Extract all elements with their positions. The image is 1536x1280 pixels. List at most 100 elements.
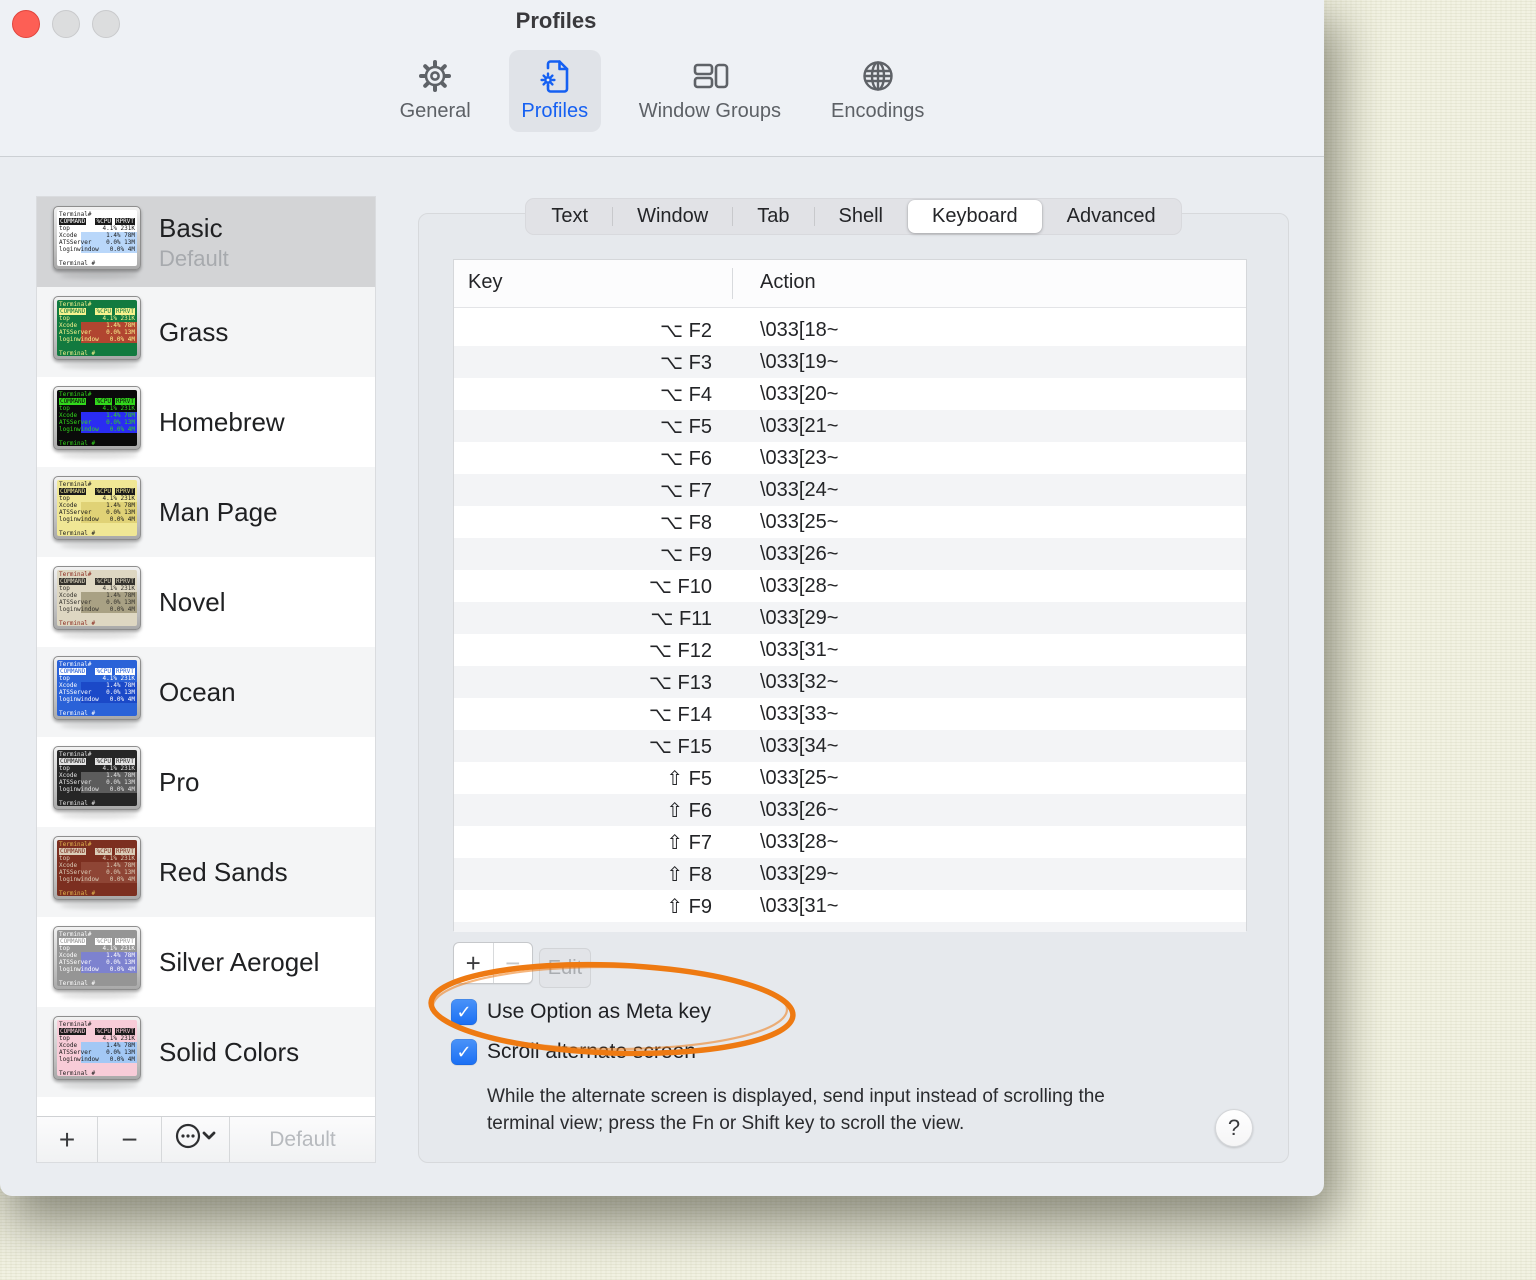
profile-name: Homebrew [159, 406, 285, 437]
set-default-button[interactable]: Default [229, 1117, 375, 1162]
profile-row-novel[interactable]: Terminal# COMMAND %CPU RPRVT top 4.1% 231K Xco… [37, 557, 375, 647]
document-gear-icon [537, 58, 573, 94]
profile-thumbnail: Terminal# COMMAND %CPU RPRVT top 4.1% 231K Xco… [53, 475, 145, 549]
shortcut-key: ⇧ F5 [666, 767, 712, 790]
thumbnail-reflection [60, 991, 138, 999]
preferences-toolbar: General Profiles Window Groups Encodings [0, 50, 1324, 132]
profile-name: Red Sands [159, 856, 288, 887]
toolbar-item-label: General [399, 100, 471, 122]
shortcut-action: \033[26~ [760, 542, 839, 565]
profile-row-silver-aerogel[interactable]: Terminal# COMMAND %CPU RPRVT top 4.1% 231K Xco… [37, 917, 375, 1007]
profile-thumbnail: Terminal# COMMAND %CPU RPRVT top 4.1% 231K Xco… [53, 835, 145, 909]
profile-row-homebrew[interactable]: Terminal# COMMAND %CPU RPRVT top 4.1% 231K Xco… [37, 377, 375, 467]
profile-name: Man Page [159, 496, 278, 527]
shortcut-row[interactable]: ⌥ F2 \033[18~ [454, 314, 1246, 346]
shortcut-row[interactable]: ⌥ F13 \033[32~ [454, 666, 1246, 698]
add-profile-button[interactable]: + [37, 1117, 97, 1162]
shortcut-key: ⌥ F3 [660, 351, 712, 374]
column-divider[interactable] [732, 268, 733, 299]
profile-row-solid-colors[interactable]: Terminal# COMMAND %CPU RPRVT top 4.1% 231K Xco… [37, 1007, 375, 1097]
table-header: Key Action [454, 260, 1246, 308]
shortcut-row[interactable]: ⌥ F9 \033[26~ [454, 538, 1246, 570]
profile-name: Basic [159, 212, 223, 243]
toolbar-item-window-groups[interactable]: Window Groups [627, 50, 793, 132]
profile-row-basic[interactable]: Terminal# COMMAND %CPU RPRVT top 4.1% 231K Xco… [37, 197, 375, 287]
more-options-button[interactable] [161, 1117, 229, 1162]
shortcut-row[interactable]: ⌥ F10 \033[28~ [454, 570, 1246, 602]
shortcut-row[interactable]: ⇧ F8 \033[29~ [454, 858, 1246, 890]
shortcut-row[interactable]: ⌥ F4 \033[20~ [454, 378, 1246, 410]
shortcut-key: ⇧ F7 [666, 831, 712, 854]
shortcut-action: \033[25~ [760, 510, 839, 533]
profile-row-red-sands[interactable]: Terminal# COMMAND %CPU RPRVT top 4.1% 231K Xco… [37, 827, 375, 917]
toolbar-item-profiles[interactable]: Profiles [508, 50, 601, 132]
checkbox-label: Use Option as Meta key [487, 1000, 712, 1023]
shortcut-row[interactable]: ⌥ F7 \033[24~ [454, 474, 1246, 506]
shortcut-row[interactable]: ⇧ F6 \033[26~ [454, 794, 1246, 826]
profile-thumbnail: Terminal# COMMAND %CPU RPRVT top 4.1% 231K Xco… [53, 205, 145, 279]
shortcut-action: \033[24~ [760, 478, 839, 501]
profile-row-ocean[interactable]: Terminal# COMMAND %CPU RPRVT top 4.1% 231K Xco… [37, 647, 375, 737]
shortcut-row[interactable]: ⌥ F8 \033[25~ [454, 506, 1246, 538]
profile-row-man-page[interactable]: Terminal# COMMAND %CPU RPRVT top 4.1% 231K Xco… [37, 467, 375, 557]
profile-name: Solid Colors [159, 1036, 300, 1067]
shortcut-action: \033[18~ [760, 318, 839, 341]
remove-shortcut-button[interactable]: − [492, 943, 533, 983]
shortcut-key: ⌥ F4 [660, 383, 712, 406]
remove-profile-button[interactable]: − [97, 1117, 161, 1162]
shortcut-row[interactable]: ⌥ F12 \033[31~ [454, 634, 1246, 666]
shortcut-key: ⌥ F9 [660, 543, 712, 566]
shortcut-row[interactable]: ⇧ F9 \033[31~ [454, 890, 1246, 922]
add-shortcut-button[interactable]: + [454, 943, 493, 983]
settings-tabs: Text Window Tab Shell Keyboard Advanced [419, 198, 1288, 235]
shortcut-key: ⌥ F13 [648, 671, 712, 694]
shortcut-add-remove-group: + − [453, 942, 533, 984]
shortcut-row[interactable]: ⌥ F3 \033[19~ [454, 346, 1246, 378]
shortcut-key: ⌥ F15 [648, 735, 712, 758]
tab-keyboard[interactable]: Keyboard [907, 200, 1042, 233]
use-option-as-meta-row: ✓ Use Option as Meta key [451, 998, 711, 1026]
thumbnail-reflection [60, 1081, 138, 1089]
profile-thumbnail: Terminal# COMMAND %CPU RPRVT top 4.1% 231K Xco… [53, 655, 145, 729]
profile-row-grass[interactable]: Terminal# COMMAND %CPU RPRVT top 4.1% 231K Xco… [37, 287, 375, 377]
thumbnail-reflection [60, 811, 138, 819]
toolbar-item-encodings[interactable]: Encodings [819, 50, 936, 132]
shortcut-key: ⌥ F14 [648, 703, 712, 726]
shortcut-row[interactable]: ⌥ F6 \033[23~ [454, 442, 1246, 474]
scroll-alternate-screen-checkbox[interactable]: ✓ [451, 1039, 477, 1065]
edit-shortcut-button[interactable]: Edit [539, 948, 591, 988]
shortcut-key: ⌥ F7 [660, 479, 712, 502]
profile-thumbnail: Terminal# COMMAND %CPU RPRVT top 4.1% 231K Xco… [53, 925, 145, 999]
shortcut-row[interactable]: ⌥ F15 \033[34~ [454, 730, 1246, 762]
thumbnail-reflection [60, 361, 138, 369]
help-button[interactable]: ? [1215, 1109, 1253, 1147]
shortcut-row[interactable]: ⌥ F14 \033[33~ [454, 698, 1246, 730]
toolbar-item-label: Profiles [521, 100, 589, 122]
profiles-sidebar: Terminal# COMMAND %CPU RPRVT top 4.1% 231K Xco… [36, 196, 376, 1163]
tab-window[interactable]: Window [613, 200, 732, 233]
profile-thumbnail: Terminal# COMMAND %CPU RPRVT top 4.1% 231K Xco… [53, 745, 145, 819]
titlebar[interactable]: Profiles General Profiles Window Groups … [0, 0, 1324, 157]
profile-row-pro[interactable]: Terminal# COMMAND %CPU RPRVT top 4.1% 231K Xco… [37, 737, 375, 827]
toolbar-item-general[interactable]: General [388, 50, 483, 132]
shortcut-action: \033[32~ [760, 670, 839, 693]
thumbnail-reflection [60, 721, 138, 729]
shortcut-key: ⌥ F5 [660, 415, 712, 438]
shortcut-key: ⌥ F8 [660, 511, 712, 534]
use-option-as-meta-checkbox[interactable]: ✓ [451, 999, 477, 1025]
action-column-header: Action [760, 271, 816, 293]
profile-default-badge: Default [159, 245, 229, 271]
thumbnail-reflection [60, 631, 138, 639]
tab-shell[interactable]: Shell [815, 200, 907, 233]
tab-tab[interactable]: Tab [733, 200, 813, 233]
shortcut-action: \033[29~ [760, 606, 839, 629]
keyboard-shortcuts-table: Key Action ⌥ F2 \033[18~ ⌥ F3 \033[19~ ⌥ F4 \… [453, 259, 1247, 932]
shortcut-row[interactable]: ⌥ F11 \033[29~ [454, 602, 1246, 634]
window-title: Profiles [515, 8, 597, 33]
shortcut-key: ⌥ F12 [648, 639, 712, 662]
tab-text[interactable]: Text [527, 200, 612, 233]
tab-advanced[interactable]: Advanced [1043, 200, 1180, 233]
shortcut-row[interactable]: ⇧ F5 \033[25~ [454, 762, 1246, 794]
shortcut-row[interactable]: ⌥ F5 \033[21~ [454, 410, 1246, 442]
shortcut-row[interactable]: ⇧ F7 \033[28~ [454, 826, 1246, 858]
